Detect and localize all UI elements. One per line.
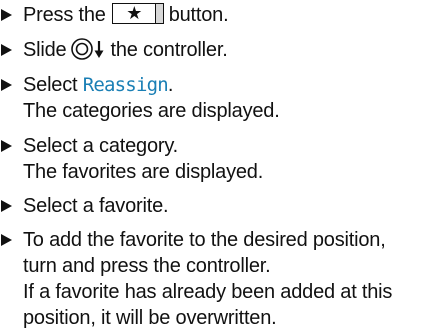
bullet-arrow-icon bbox=[1, 140, 12, 152]
bullet-arrow-icon bbox=[1, 9, 12, 21]
bullet-arrow-icon bbox=[1, 234, 12, 246]
controller-slide-down-icon bbox=[71, 38, 104, 60]
step-5-text: Select a favorite. bbox=[23, 195, 169, 217]
bullet-arrow-icon bbox=[1, 200, 12, 212]
step-6-result-line-2: position, it will be overwritten. bbox=[23, 307, 277, 329]
step-6-line-1: To add the favorite to the desired posit… bbox=[23, 229, 386, 251]
step-3-text-after: . bbox=[167, 74, 174, 96]
step-2-text-before: Slide bbox=[23, 39, 67, 61]
step-1-text-before: Press the bbox=[23, 4, 106, 26]
key-shade bbox=[154, 4, 163, 23]
step-2-text-after: the controller. bbox=[110, 39, 228, 61]
step-6-line-2: turn and press the controller. bbox=[23, 255, 271, 277]
bullet-arrow-icon bbox=[1, 44, 12, 56]
step-6-result-line-1: If a favorite has already been added at … bbox=[23, 281, 393, 303]
step-4-text: Select a category. bbox=[23, 135, 179, 157]
step-3-text-before: Select bbox=[23, 74, 78, 96]
bullet-arrow-icon bbox=[1, 79, 12, 91]
step-1-text-after: button. bbox=[168, 4, 229, 26]
star-key-symbol: ★ bbox=[126, 3, 143, 23]
step-3-result: The categories are displayed. bbox=[23, 100, 280, 122]
star-key-icon: ★ bbox=[111, 3, 164, 24]
step-4-result: The favorites are displayed. bbox=[23, 161, 264, 183]
reassign-menu-term: Reassign bbox=[82, 74, 169, 96]
